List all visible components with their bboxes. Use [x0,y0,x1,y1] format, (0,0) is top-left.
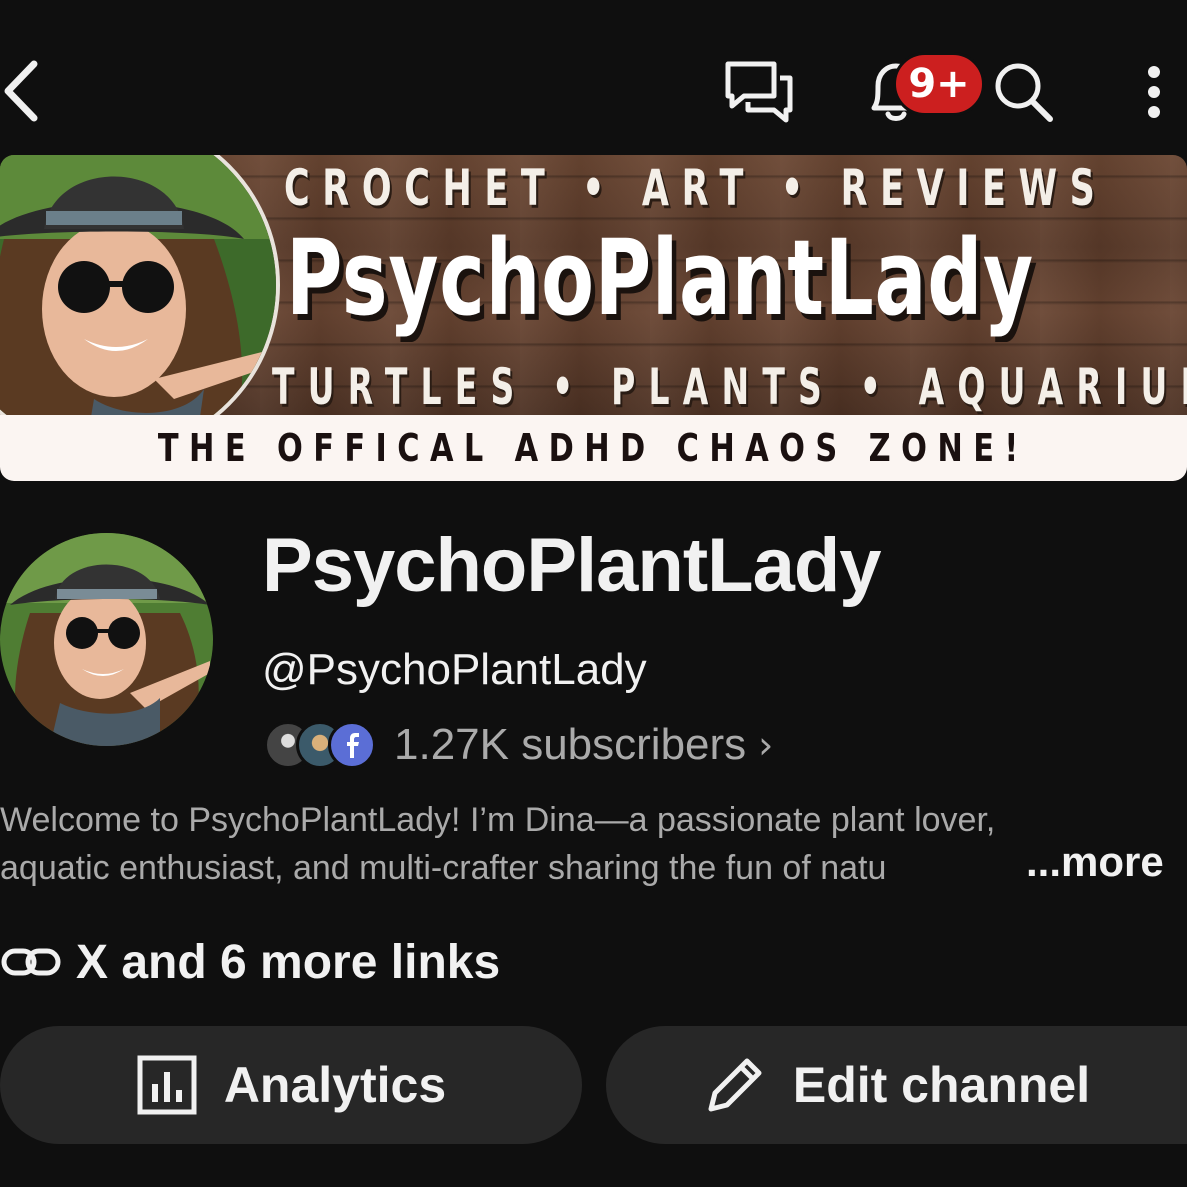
chevron-left-icon [4,60,38,122]
analytics-label: Analytics [223,1057,447,1113]
more-vert-icon [1148,66,1160,118]
more-button[interactable]: ...more [1026,838,1164,886]
edit-channel-label: Edit channel [792,1057,1091,1113]
banner-bottom-line: TURTLES • PLANTS • AQUARIUMS [272,358,1187,416]
more-options-button[interactable] [1136,62,1172,122]
subscriber-avatar [328,721,376,769]
description-line-1: Welcome to PsychoPlantLady! I’m Dina—a p… [0,801,996,839]
search-icon [995,63,1053,122]
banner-strip: THE OFFICAL ADHD CHAOS ZONE! [0,415,1187,481]
channel-handle: @PsychoPlantLady [262,645,647,694]
back-button[interactable] [0,58,44,124]
analytics-button[interactable]: Analytics [0,1026,582,1144]
subscribers-row[interactable]: 1.27K subscribers › [264,718,773,772]
banner-title: PsychoPlantLady [286,217,1034,339]
search-button[interactable] [990,56,1056,124]
comments-button[interactable] [722,58,796,126]
chevron-right-icon: › [758,723,774,767]
edit-channel-button[interactable]: Edit channel [606,1026,1187,1144]
pencil-icon [708,1058,762,1112]
banner-strip-text: THE OFFICAL ADHD CHAOS ZONE! [158,426,1029,470]
subscriber-count: 1.27K subscribers [394,720,747,769]
channel-banner: CROCHET • ART • REVIEWS PsychoPlantLady … [0,155,1187,485]
links-label: X and 6 more links [76,935,501,989]
facebook-f-icon [347,733,359,758]
channel-avatar[interactable] [0,533,213,746]
link-icon [1,948,61,976]
analytics-icon [137,1055,197,1115]
channel-description[interactable]: Welcome to PsychoPlantLady! I’m Dina—a p… [0,796,1187,892]
banner-top-line: CROCHET • ART • REVIEWS [284,159,1108,217]
channel-name: PsychoPlantLady [262,523,882,608]
channel-links[interactable]: X and 6 more links [0,930,500,994]
description-fade [930,844,1026,892]
notification-badge: 9+ [893,52,985,116]
chat-icon [725,61,793,123]
